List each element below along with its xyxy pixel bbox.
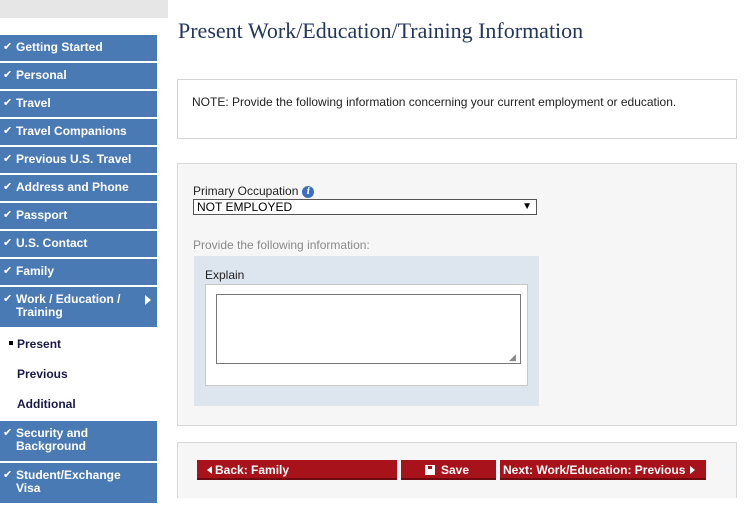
sidebar-item-label: Getting Started [16, 40, 103, 54]
form-panel: Primary Occupation i NOT EMPLOYED ▼ Provi… [177, 163, 737, 426]
sidebar-subitem-label: Present [17, 337, 62, 351]
check-icon: ✔ [3, 41, 13, 53]
top-strip [0, 0, 168, 18]
sidebar-item-student-exchange-visa[interactable]: ✔ Student/Exchange Visa [0, 463, 157, 505]
sidebar-subitem-present[interactable]: Present [0, 329, 157, 359]
sidebar-item-address-phone[interactable]: ✔ Address and Phone [0, 175, 157, 203]
save-button-label: Save [441, 463, 470, 477]
sidebar-item-label: Travel [16, 96, 51, 110]
sidebar-subitem-additional[interactable]: Additional [0, 389, 157, 419]
sidebar-nav: ✔ Getting Started ✔ Personal ✔ Travel ✔ … [0, 35, 157, 505]
next-button-label: Next: Work/Education: Previous [503, 463, 686, 477]
sidebar-item-label: Family [16, 264, 55, 278]
note-text: NOTE: Provide the following information … [192, 95, 677, 109]
check-icon: ✔ [3, 293, 13, 305]
sidebar-item-label: Previous U.S. Travel [16, 152, 132, 166]
sidebar-subitem-label: Previous [17, 367, 68, 381]
primary-occupation-value: NOT EMPLOYED [197, 200, 293, 214]
primary-occupation-label-text: Primary Occupation [193, 184, 299, 198]
sidebar-item-label: Work / Education / Training [16, 292, 121, 319]
primary-occupation-select[interactable]: NOT EMPLOYED ▼ [193, 199, 537, 215]
primary-occupation-label: Primary Occupation i [193, 184, 315, 198]
explain-box: ◢ [205, 284, 528, 386]
chevron-down-icon: ▼ [522, 201, 532, 212]
explain-panel: Explain ◢ [194, 256, 539, 406]
check-icon: ✔ [3, 153, 13, 165]
info-icon[interactable]: i [302, 186, 315, 198]
arrow-left-icon [207, 466, 212, 474]
arrow-right-icon [690, 466, 696, 474]
sidebar-item-family[interactable]: ✔ Family [0, 259, 157, 287]
save-icon [425, 465, 435, 475]
next-button[interactable]: Next: Work/Education: Previous [500, 460, 706, 480]
sidebar-item-personal[interactable]: ✔ Personal [0, 63, 157, 91]
expand-arrow-icon [145, 295, 151, 305]
save-button[interactable]: Save [401, 460, 496, 480]
back-button-label: Back: Family [215, 463, 290, 477]
check-icon: ✔ [3, 237, 13, 249]
sidebar-item-label: U.S. Contact [16, 236, 88, 250]
provide-info-label: Provide the following information: [193, 238, 370, 252]
sidebar-item-label: Security and Background [16, 426, 89, 453]
sidebar-item-label: Address and Phone [16, 180, 129, 194]
sidebar-subitem-label: Additional [17, 397, 76, 411]
button-panel: Back: Family Save Next: Work/Education: … [177, 442, 737, 498]
sidebar-subitem-previous[interactable]: Previous [0, 359, 157, 389]
check-icon: ✔ [3, 265, 13, 277]
sidebar-item-security-background[interactable]: ✔ Security and Background [0, 421, 157, 463]
sidebar-item-previous-us-travel[interactable]: ✔ Previous U.S. Travel [0, 147, 157, 175]
bullet-icon [9, 341, 13, 345]
sidebar-item-label: Passport [16, 208, 68, 222]
sidebar-item-label: Student/Exchange Visa [16, 468, 121, 495]
check-icon: ✔ [3, 125, 13, 137]
check-icon: ✔ [3, 469, 13, 481]
explain-label: Explain [205, 268, 245, 282]
sidebar-item-passport[interactable]: ✔ Passport [0, 203, 157, 231]
sidebar-item-us-contact[interactable]: ✔ U.S. Contact [0, 231, 157, 259]
check-icon: ✔ [3, 209, 13, 221]
resize-handle-icon[interactable]: ◢ [509, 353, 526, 385]
sidebar-item-travel[interactable]: ✔ Travel [0, 91, 157, 119]
page-title: Present Work/Education/Training Informat… [178, 18, 584, 43]
sidebar-item-label: Personal [16, 68, 67, 82]
note-box: NOTE: Provide the following information … [177, 79, 737, 139]
sidebar-item-work-education-training[interactable]: ✔ Work / Education / Training [0, 287, 157, 329]
check-icon: ✔ [3, 181, 13, 193]
sidebar-item-label: Travel Companions [16, 124, 127, 138]
back-button[interactable]: Back: Family [197, 460, 397, 480]
sidebar-item-getting-started[interactable]: ✔ Getting Started [0, 35, 157, 63]
check-icon: ✔ [3, 97, 13, 109]
check-icon: ✔ [3, 69, 13, 81]
explain-textarea[interactable] [216, 294, 521, 364]
check-icon: ✔ [3, 427, 13, 439]
sidebar-item-travel-companions[interactable]: ✔ Travel Companions [0, 119, 157, 147]
